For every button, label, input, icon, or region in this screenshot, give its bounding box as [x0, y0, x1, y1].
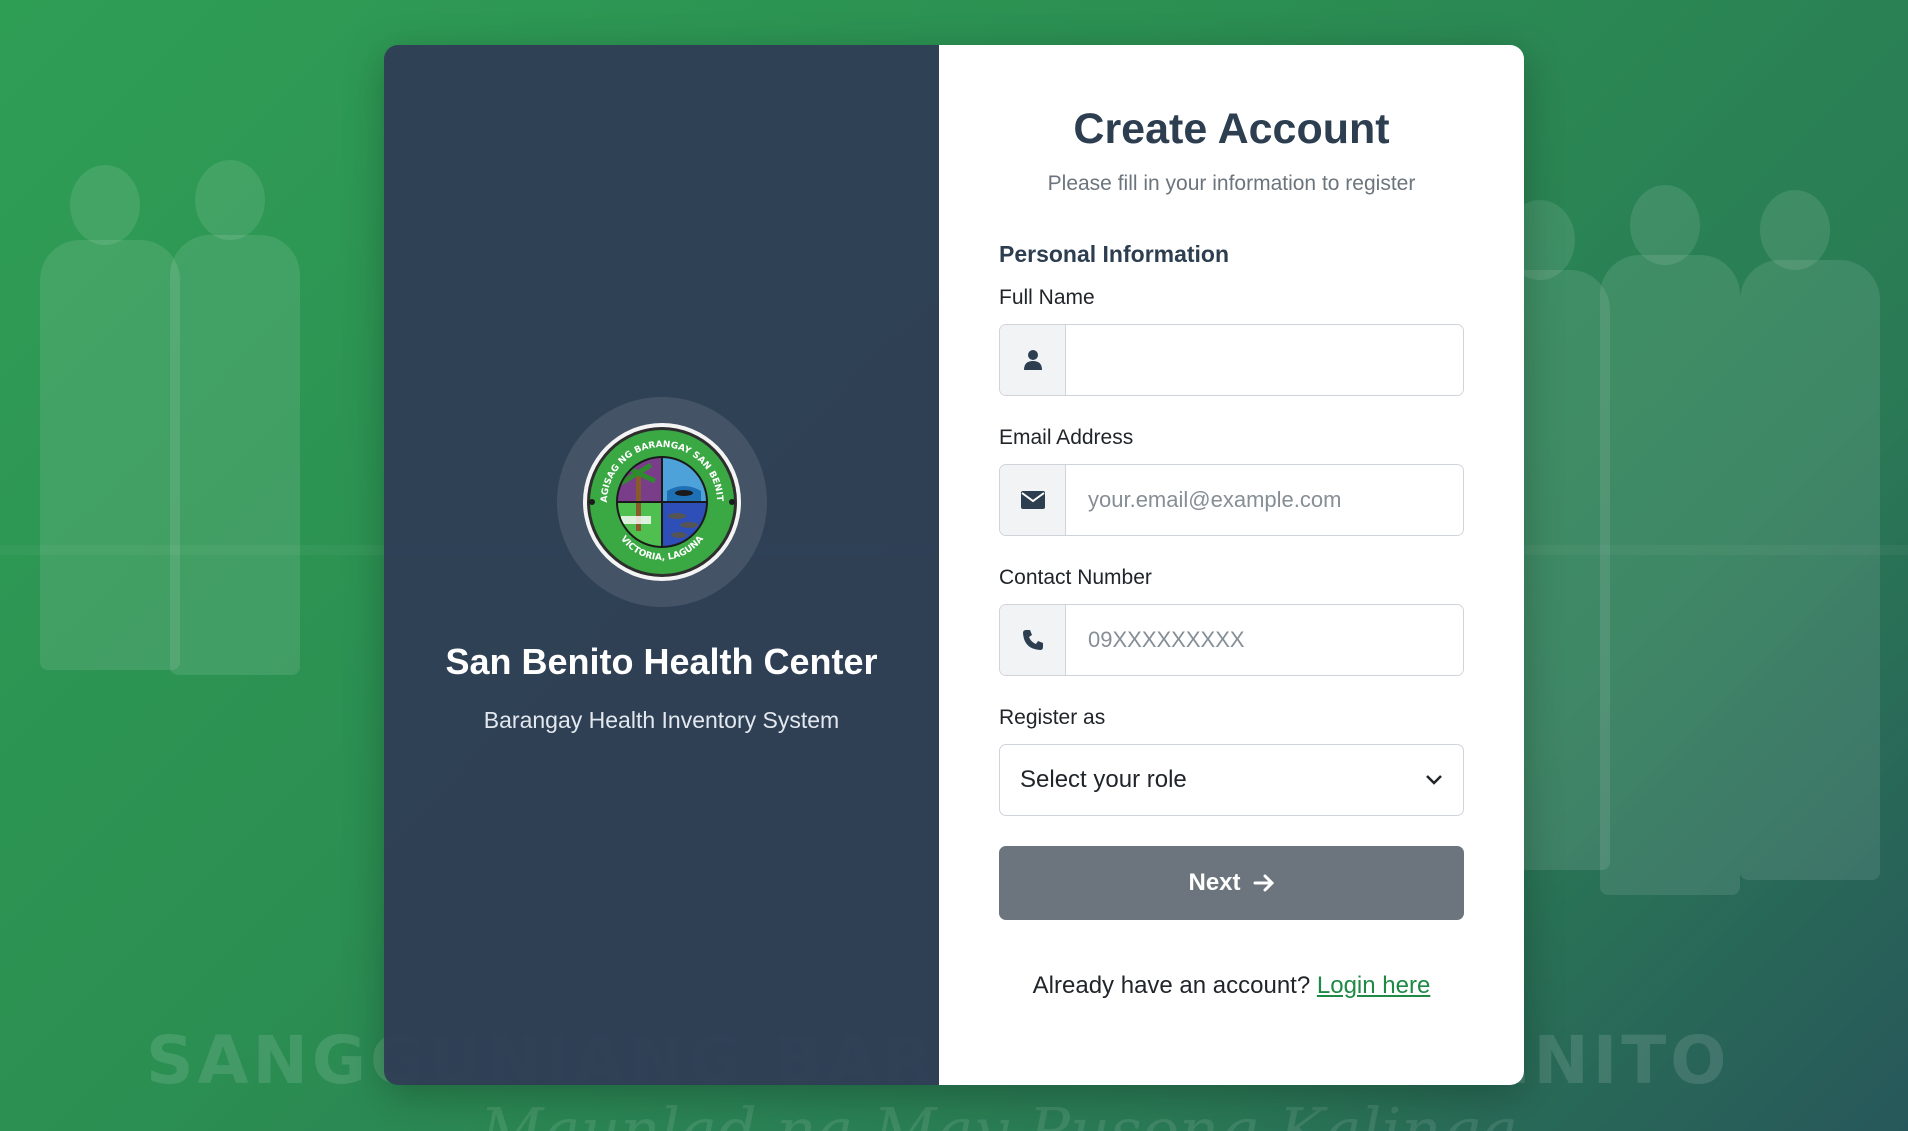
contact-label: Contact Number	[999, 566, 1152, 589]
section-title: Personal Information	[999, 241, 1230, 267]
email-group	[999, 464, 1464, 536]
phone-icon	[1000, 605, 1066, 675]
page-title: Create Account	[1073, 105, 1390, 153]
role-select[interactable]: Select your role	[999, 744, 1464, 816]
contact-input[interactable]	[1066, 605, 1463, 675]
page-subtitle: Please fill in your information to regis…	[1047, 172, 1416, 195]
role-select-value: Select your role	[1020, 766, 1187, 793]
full-name-label: Full Name	[999, 286, 1095, 309]
register-card: SAGISAG NG BARANGAY SAN BENITO VICTORIA,…	[384, 45, 1524, 1085]
next-button[interactable]: Next	[999, 846, 1464, 920]
background-banner-slogan: Maunlad na May Pusong Kalinga	[480, 1094, 1518, 1131]
email-input[interactable]	[1066, 465, 1463, 535]
register-form-panel: Create Account Please fill in your infor…	[939, 45, 1524, 1085]
next-button-label: Next	[1188, 869, 1241, 896]
chevron-down-icon	[1426, 775, 1442, 785]
contact-group	[999, 604, 1464, 676]
login-prompt: Already have an account? Login here	[999, 972, 1464, 1000]
role-label: Register as	[999, 706, 1106, 729]
brand-tagline: Barangay Health Inventory System	[483, 707, 840, 733]
envelope-icon	[1000, 465, 1066, 535]
brand-panel: SAGISAG NG BARANGAY SAN BENITO VICTORIA,…	[384, 45, 939, 1085]
arrow-right-icon	[1253, 874, 1274, 892]
login-link[interactable]: Login here	[1317, 972, 1430, 999]
full-name-group	[999, 324, 1464, 396]
user-icon	[1000, 325, 1066, 395]
logo-container: SAGISAG NG BARANGAY SAN BENITO VICTORIA,…	[556, 397, 767, 607]
login-prompt-text: Already have an account?	[1032, 972, 1311, 999]
barangay-seal-logo: SAGISAG NG BARANGAY SAN BENITO VICTORIA,…	[581, 421, 741, 581]
email-label: Email Address	[999, 426, 1134, 449]
brand-name: San Benito Health Center	[445, 641, 878, 682]
full-name-input[interactable]	[1066, 325, 1463, 395]
